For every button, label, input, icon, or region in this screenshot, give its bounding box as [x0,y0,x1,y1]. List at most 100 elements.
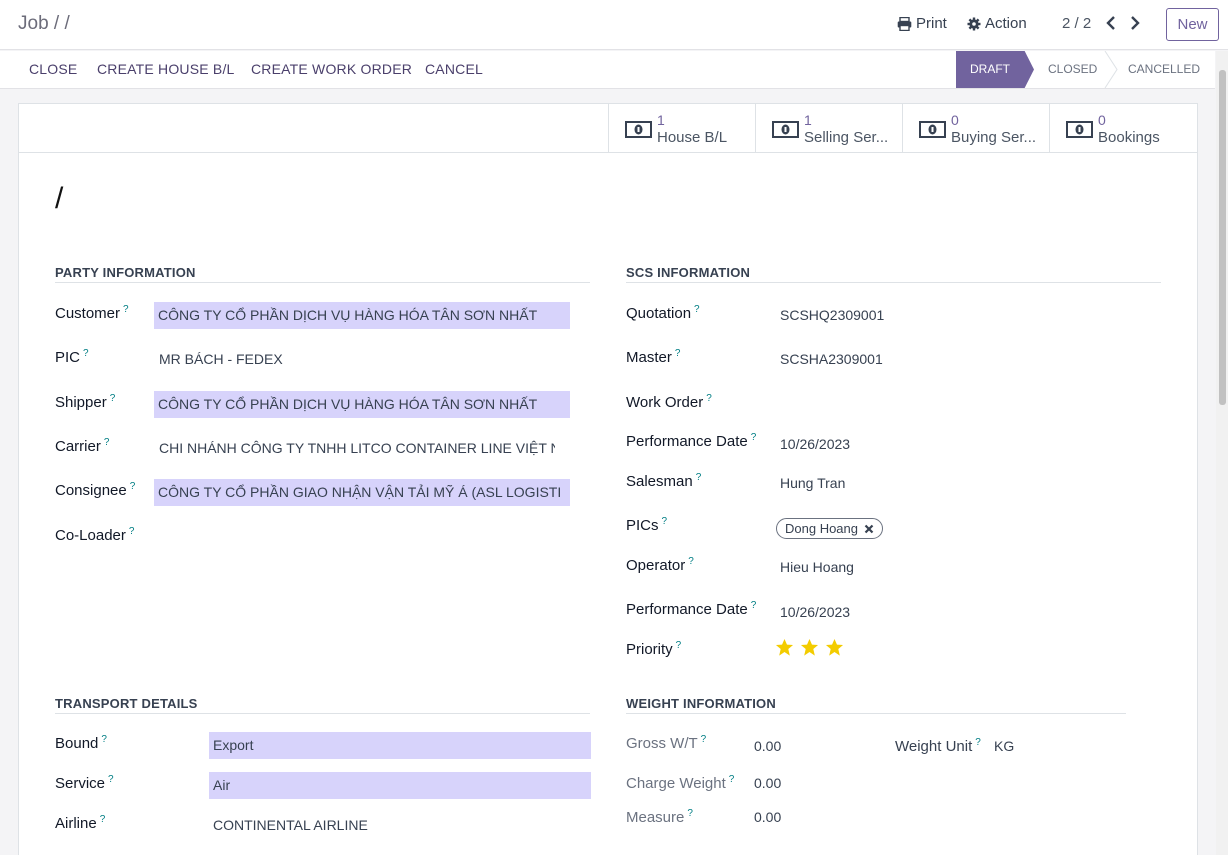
airline-label: Airline? [55,814,106,832]
scs-information-heading: SCS INFORMATION [626,265,751,280]
operator-field[interactable]: Hieu Hoang [780,559,854,575]
record-title[interactable]: / [55,182,63,216]
gear-icon [967,17,981,30]
help-icon[interactable]: ? [100,814,106,825]
smart-count: 1 [804,112,812,128]
charge-weight-field[interactable]: 0.00 [754,775,781,791]
help-icon[interactable]: ? [675,348,681,359]
party-information-heading: PARTY INFORMATION [55,265,196,280]
smart-count: 0 [951,112,959,128]
help-icon[interactable]: ? [701,734,707,745]
salesman-field[interactable]: Hung Tran [780,475,845,491]
smart-button-bookings[interactable]: 0 Bookings [1049,104,1196,153]
stage-closed[interactable]: CLOSED [1048,51,1097,88]
consignee-label: Consignee? [55,481,136,499]
help-icon[interactable]: ? [108,774,114,785]
shipper-field[interactable]: CÔNG TY CỔ PHẦN DỊCH VỤ HÀNG HÓA TÂN SƠN… [154,391,570,418]
help-icon[interactable]: ? [706,393,712,404]
help-icon[interactable]: ? [104,437,110,448]
customer-field[interactable]: CÔNG TY CỔ PHẦN DỊCH VỤ HÀNG HÓA TÂN SƠN… [154,302,570,329]
carrier-label: Carrier? [55,437,110,455]
smart-label: Buying Ser... [951,129,1037,146]
chevron-right-icon[interactable] [1128,15,1142,31]
help-icon[interactable]: ? [729,774,735,785]
star-icon[interactable] [800,638,819,657]
close-icon[interactable] [864,524,874,534]
operator-label: Operator? [626,556,694,574]
quotation-field[interactable]: SCSHQ2309001 [780,307,884,323]
print-button[interactable]: Print [897,15,947,32]
smart-label: Bookings [1098,129,1160,146]
pager-value[interactable]: 2 / 2 [1062,15,1091,32]
work-order-label: Work Order? [626,393,712,411]
carrier-field[interactable]: CHI NHÁNH CÔNG TY TNHH LITCO CONTAINER L… [159,440,555,456]
transport-details-heading: TRANSPORT DETAILS [55,696,198,711]
performance-date-label: Performance Date? [626,432,757,450]
header-button-bar: CLOSE CREATE HOUSE B/L CREATE WORK ORDER… [0,51,1215,89]
chevron-left-icon[interactable] [1104,15,1118,31]
charge-weight-label: Charge Weight? [626,774,735,792]
pic-field[interactable]: MR BÁCH - FEDEX [159,351,569,367]
help-icon[interactable]: ? [975,737,981,748]
consignee-field[interactable]: CÔNG TY CỔ PHẦN GIAO NHẬN VẬN TẢI MỸ Á (… [154,479,570,506]
help-icon[interactable]: ? [130,481,136,492]
master-label: Master? [626,348,681,366]
form-sheet: 1 House B/L 1 Selling Ser... 0 Buying Se… [18,103,1198,855]
coloader-label: Co-Loader? [55,526,135,544]
help-icon[interactable]: ? [694,304,700,315]
smart-button-selling-services[interactable]: 1 Selling Ser... [755,104,902,153]
scrollbar-thumb[interactable] [1219,70,1226,405]
action-label: Action [985,15,1027,32]
stage-cancelled[interactable]: CANCELLED [1128,51,1200,88]
section-divider [55,713,590,714]
performance-date-2-field[interactable]: 10/26/2023 [780,604,850,620]
cancel-button[interactable]: CANCEL [425,61,483,77]
print-icon [897,16,912,31]
action-button[interactable]: Action [967,15,1027,32]
help-icon[interactable]: ? [101,734,107,745]
priority-stars[interactable] [775,638,844,657]
smart-button-buying-services[interactable]: 0 Buying Ser... [902,104,1049,153]
master-field[interactable]: SCSHA2309001 [780,351,883,367]
service-field[interactable]: Air [209,772,591,799]
performance-date-2-label: Performance Date? [626,600,757,618]
help-icon[interactable]: ? [696,472,702,483]
stage-draft[interactable]: DRAFT [956,51,1034,88]
create-work-order-button[interactable]: CREATE WORK ORDER [251,61,412,77]
measure-field[interactable]: 0.00 [754,809,781,825]
print-label: Print [916,15,947,32]
help-icon[interactable]: ? [123,304,129,315]
section-divider [55,282,590,283]
pic-tag[interactable]: Dong Hoang [776,518,883,539]
bound-label: Bound? [55,734,107,752]
help-icon[interactable]: ? [687,808,693,819]
help-icon[interactable]: ? [662,516,668,527]
star-icon[interactable] [775,638,794,657]
smart-count: 0 [1098,112,1106,128]
star-icon[interactable] [825,638,844,657]
airline-field[interactable]: CONTINENTAL AIRLINE [213,817,368,833]
bound-field[interactable]: Export [209,732,591,759]
money-icon [772,121,799,138]
new-button[interactable]: New [1166,8,1219,41]
help-icon[interactable]: ? [129,526,135,537]
money-icon [1066,121,1093,138]
help-icon[interactable]: ? [751,600,757,611]
help-icon[interactable]: ? [110,393,116,404]
breadcrumb[interactable]: Job / / [18,13,70,35]
priority-label: Priority? [626,640,682,658]
help-icon[interactable]: ? [751,432,757,443]
performance-date-field[interactable]: 10/26/2023 [780,436,850,452]
gross-wt-field[interactable]: 0.00 [754,738,781,754]
weight-information-heading: WEIGHT INFORMATION [626,696,776,711]
weight-unit-field[interactable]: KG [994,738,1014,754]
measure-label: Measure? [626,808,693,826]
help-icon[interactable]: ? [676,640,682,651]
smart-button-house-bl[interactable]: 1 House B/L [608,104,755,153]
help-icon[interactable]: ? [688,556,694,567]
create-house-bl-button[interactable]: CREATE HOUSE B/L [97,61,235,77]
money-icon [919,121,946,138]
close-button[interactable]: CLOSE [29,61,77,77]
help-icon[interactable]: ? [83,348,89,359]
pics-label: PICs? [626,516,668,534]
